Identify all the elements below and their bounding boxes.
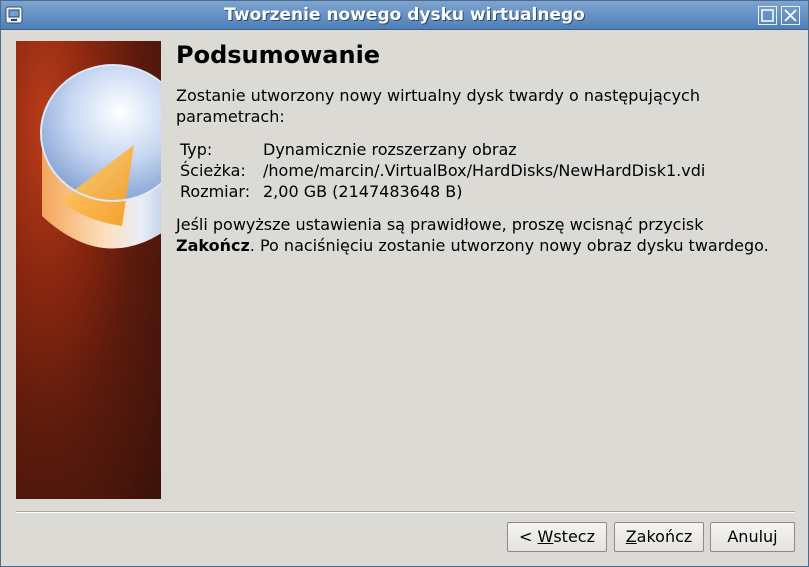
finish-mnemonic: Z (625, 527, 637, 546)
intro-text: Zostanie utworzony nowy wirtualny dysk t… (176, 86, 700, 126)
finish-instructions: Jeśli powyższe ustawienia są prawidłowe,… (176, 214, 776, 256)
button-separator (16, 511, 795, 513)
back-prefix: < (519, 527, 538, 546)
wizard-window: Tworzenie nowego dysku wirtualnego Podsu… (0, 0, 809, 567)
param-row-size: Rozmiar: 2,00 GB (2147483648 B) (180, 181, 705, 202)
param-row-path: Ścieżka: /home/marcin/.VirtualBox/HardDi… (180, 160, 705, 181)
note-text-end: . Po naciśnięciu zostanie utworzony nowy… (249, 236, 769, 255)
close-button[interactable] (781, 6, 800, 25)
finish-button[interactable]: Zakończ (614, 522, 704, 552)
window-title: Tworzenie nowego dysku wirtualnego (224, 5, 585, 25)
close-icon (784, 9, 797, 22)
param-label: Ścieżka: (180, 161, 246, 180)
back-mnemonic: W (537, 527, 554, 546)
back-label: stecz (553, 527, 595, 546)
page-title: Podsumowanie (176, 41, 381, 69)
finish-label: akończ (636, 527, 693, 546)
note-finish-keyword: Zakończ (176, 236, 250, 255)
maximize-button[interactable] (758, 6, 777, 25)
wizard-side-image (16, 41, 161, 499)
param-value: 2,00 GB (2147483648 B) (263, 182, 463, 201)
param-label: Typ: (180, 140, 213, 159)
title-bar[interactable]: Tworzenie nowego dysku wirtualnego (1, 1, 808, 30)
param-value: /home/marcin/.VirtualBox/HardDisks/NewHa… (263, 161, 706, 180)
back-button[interactable]: < Wstecz (507, 522, 607, 552)
maximize-icon (761, 9, 774, 22)
param-row-type: Typ: Dynamicznie rozszerzany obraz (180, 139, 705, 160)
note-text: Jeśli powyższe ustawienia są prawidłowe,… (176, 215, 704, 234)
param-label: Rozmiar: (180, 182, 251, 201)
hard-disk-graphic (40, 64, 161, 249)
param-value: Dynamicznie rozszerzany obraz (263, 140, 517, 159)
cancel-button[interactable]: Anuluj (710, 522, 795, 552)
parameters-list: Typ: Dynamicznie rozszerzany obraz Ścież… (180, 139, 705, 202)
